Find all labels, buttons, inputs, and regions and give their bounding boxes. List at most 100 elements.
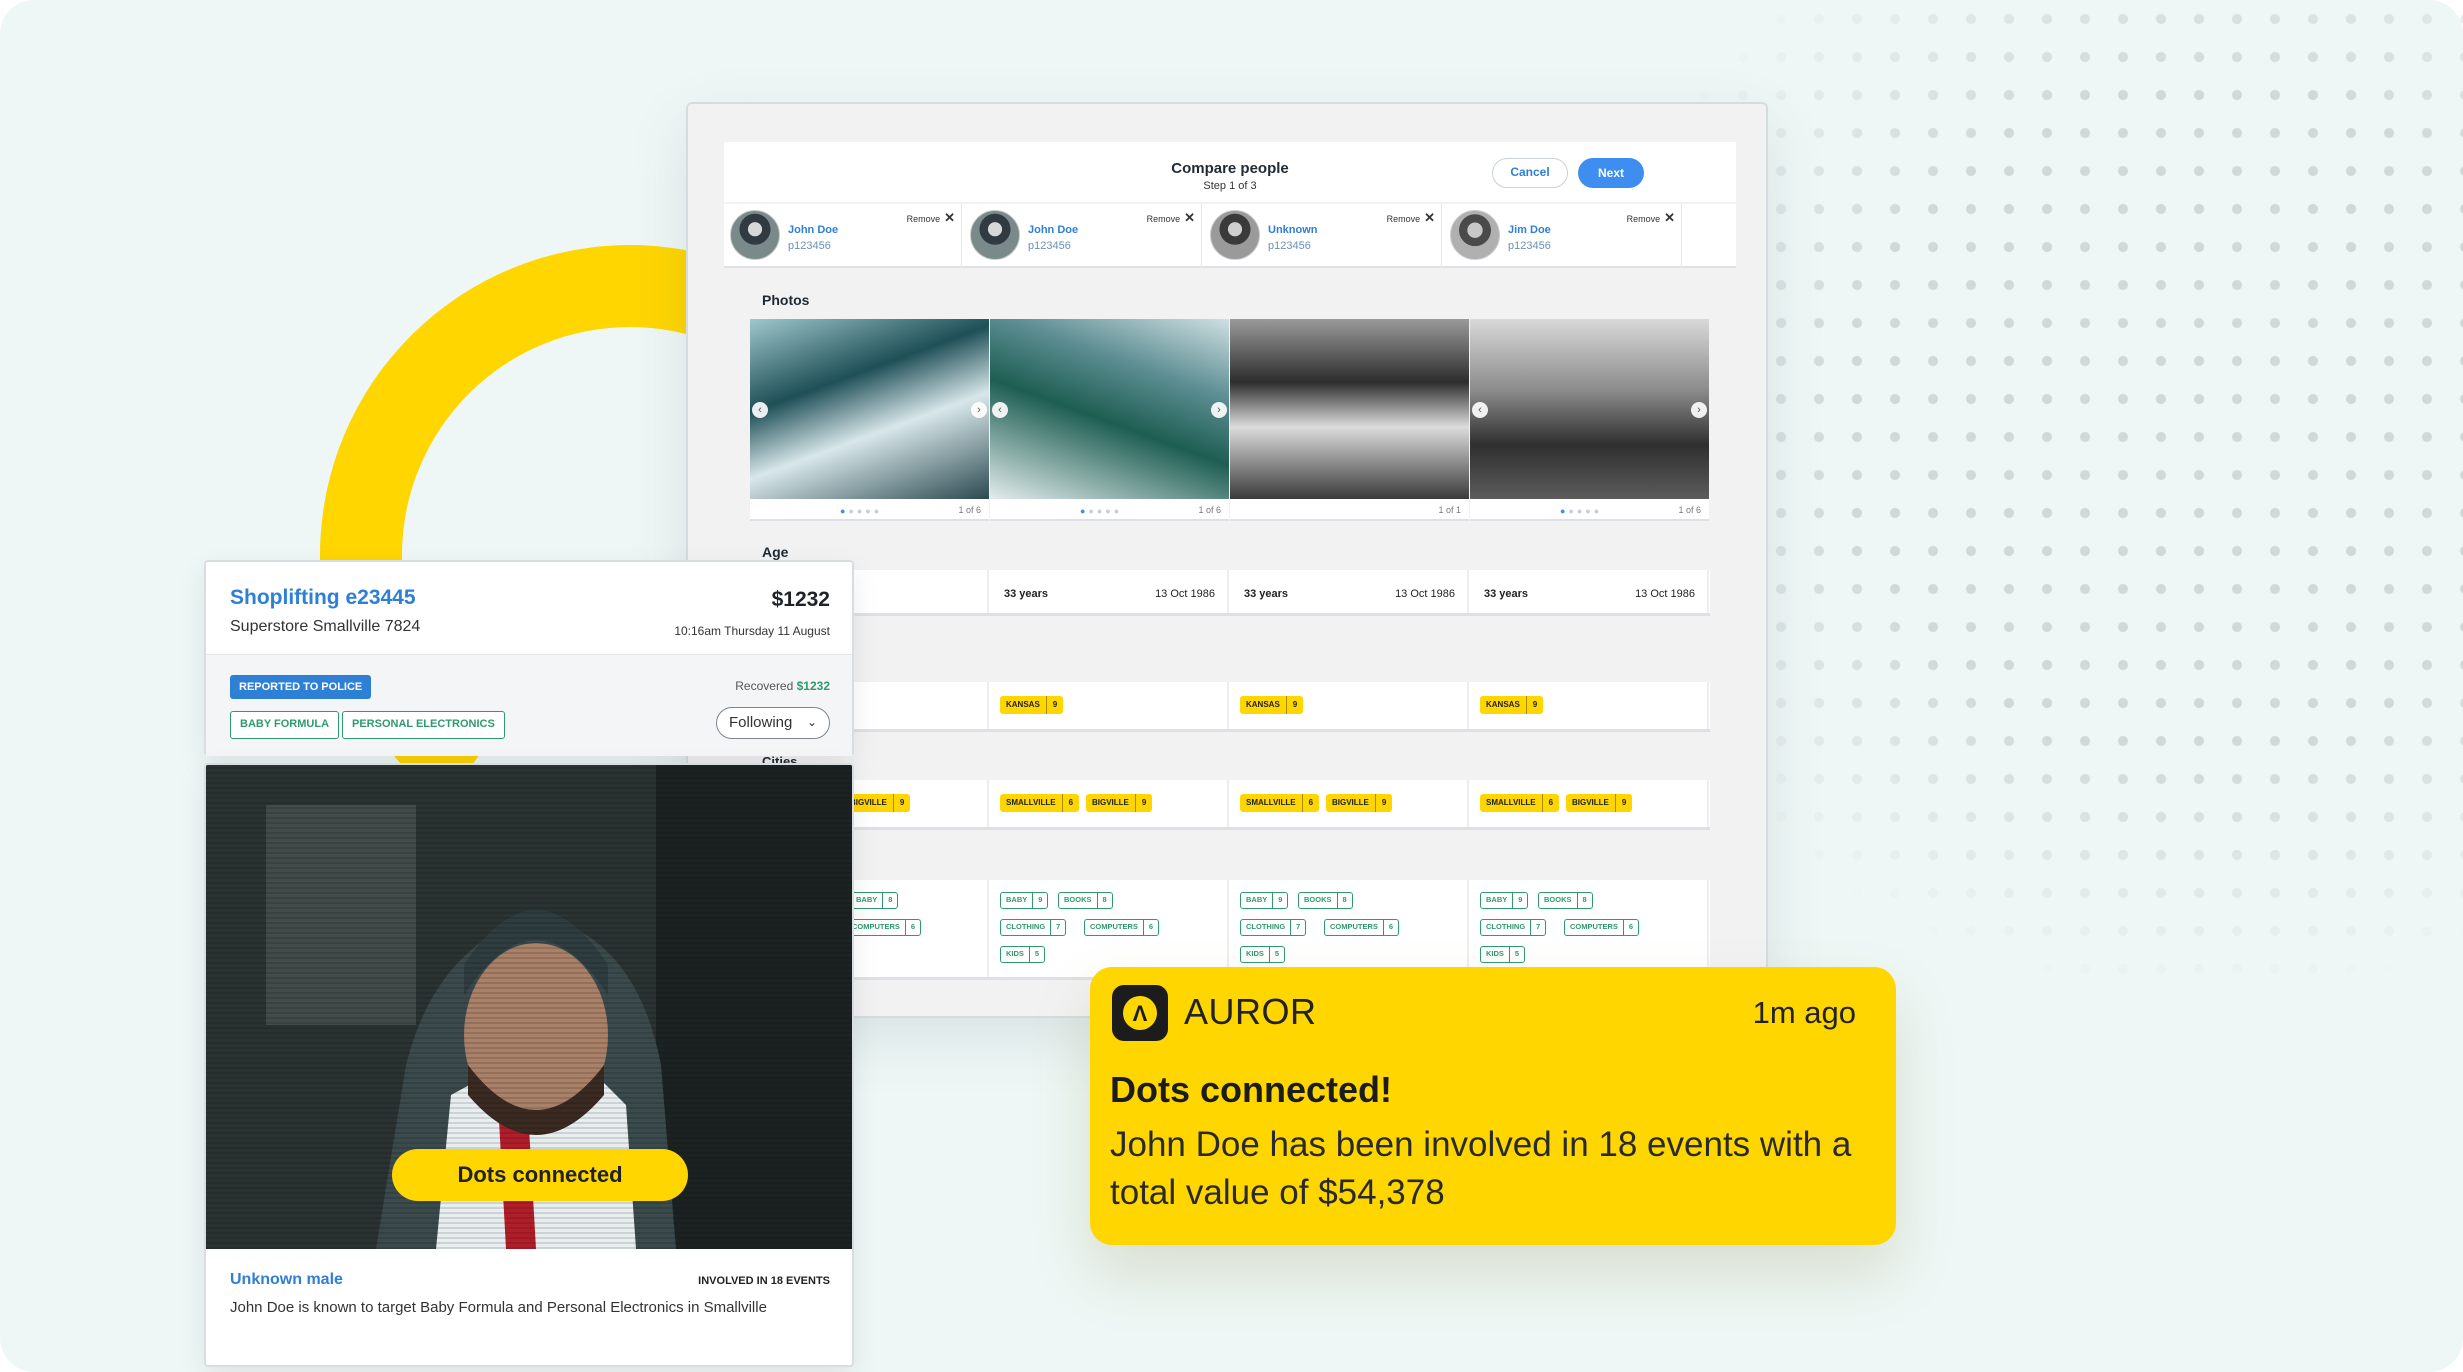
- cancel-button[interactable]: Cancel: [1492, 158, 1568, 188]
- category-tag[interactable]: BOOKS 8: [1538, 892, 1593, 909]
- categories-row: BABY 8 COMPUTERS 6 BABY 9 BOOKS 8 CLOTHING 7 …: [750, 880, 1710, 980]
- category-tag[interactable]: BABY FORMULA: [230, 711, 340, 739]
- categories-cell: BABY 9 BOOKS 8 CLOTHING 7 COMPUTERS 6 KIDS 5: [1470, 880, 1709, 977]
- photos-heading: Photos: [762, 292, 810, 308]
- tag-name: COMPUTERS: [852, 922, 900, 931]
- suspect-card[interactable]: Dots connected Unknown male INVOLVED IN …: [204, 763, 854, 1367]
- incident-header: Shoplifting e23445 Superstore Smallville…: [206, 562, 852, 654]
- state-tag[interactable]: KANSAS 9: [1480, 696, 1544, 714]
- city-tag[interactable]: SMALLVILLE 6: [1480, 794, 1560, 812]
- photo-carousel[interactable]: 1 of 1: [1230, 319, 1469, 521]
- photo-carousel[interactable]: ‹ › ●●●●● 1 of 6: [750, 319, 989, 521]
- person-card[interactable]: Jim Doe p123456 Remove ✕: [1444, 204, 1682, 268]
- remove-button[interactable]: Remove ✕: [907, 210, 955, 226]
- category-tag[interactable]: COMPUTERS 6: [1084, 919, 1160, 936]
- category-tag[interactable]: PERSONAL ELECTRONICS: [342, 711, 505, 739]
- remove-button[interactable]: Remove ✕: [1387, 210, 1435, 226]
- carousel-dots[interactable]: ●●●●●: [1560, 506, 1602, 516]
- suspect-name[interactable]: Unknown male: [230, 1271, 343, 1289]
- person-id: p123456: [1508, 240, 1551, 252]
- tag-name: CLOTHING: [1486, 922, 1526, 931]
- chevron-left-icon[interactable]: ‹: [1472, 402, 1488, 418]
- category-tag[interactable]: BABY 9: [1480, 892, 1529, 909]
- person-card[interactable]: Unknown p123456 Remove ✕: [1204, 204, 1442, 268]
- chevron-right-icon[interactable]: ›: [1211, 402, 1227, 418]
- incident-footer: REPORTED TO POLICE BABY FORMULA PERSONAL…: [206, 654, 852, 756]
- photo-count: 1 of 6: [1198, 505, 1221, 515]
- category-tag[interactable]: CLOTHING 7: [1240, 919, 1307, 936]
- remove-label: Remove: [906, 214, 941, 224]
- photos-row: ‹ › ●●●●● 1 of 6 ‹ › ●●●●● 1 of 6 1 of 1: [750, 319, 1710, 521]
- tag-count: 7: [1050, 920, 1060, 935]
- tag-name: KIDS: [1486, 949, 1504, 958]
- following-dropdown[interactable]: Following ⌄: [716, 707, 830, 739]
- state-cell: KANSAS 9: [1230, 682, 1469, 729]
- photo-count: 1 of 6: [958, 505, 981, 515]
- category-tag[interactable]: BABY 8: [850, 892, 899, 909]
- tag-count: 7: [1530, 920, 1540, 935]
- suspect-description: John Doe is known to target Baby Formula…: [230, 1299, 767, 1316]
- tag-name: BIGVILLE: [1332, 798, 1369, 807]
- photo-carousel[interactable]: ‹ › ●●●●● 1 of 6: [990, 319, 1229, 521]
- person-name[interactable]: Jim Doe: [1508, 224, 1551, 236]
- avatar: [1210, 210, 1260, 260]
- notification-app-name: AUROR: [1184, 991, 1317, 1032]
- city-tag[interactable]: BIGVILLE 9: [1566, 794, 1633, 812]
- suspect-photo: [990, 319, 1229, 499]
- chevron-down-icon: ⌄: [806, 715, 817, 729]
- category-tag[interactable]: COMPUTERS 6: [846, 919, 922, 936]
- tag-name: BIGVILLE: [1572, 798, 1609, 807]
- tag-name: COMPUTERS: [1330, 922, 1378, 931]
- age-cell: 33 years 13 Oct 1986: [990, 570, 1229, 613]
- category-tag[interactable]: CLOTHING 7: [1480, 919, 1547, 936]
- chevron-left-icon[interactable]: ‹: [992, 402, 1008, 418]
- tag-count: 9: [1525, 696, 1537, 714]
- next-button[interactable]: Next: [1578, 158, 1644, 188]
- cities-row: BIGVILLE 9 SMALLVILLE 6 BIGVILLE 9 SMALLVIL…: [750, 780, 1710, 830]
- remove-button[interactable]: Remove ✕: [1147, 210, 1195, 226]
- category-tag[interactable]: BOOKS 8: [1298, 892, 1353, 909]
- category-tag[interactable]: COMPUTERS 6: [1324, 919, 1400, 936]
- chevron-right-icon[interactable]: ›: [971, 402, 987, 418]
- category-tag[interactable]: BABY 9: [1000, 892, 1049, 909]
- tag-name: BABY: [1246, 895, 1268, 904]
- tag-name: KANSAS: [1486, 700, 1520, 709]
- chevron-right-icon[interactable]: ›: [1691, 402, 1707, 418]
- category-tag[interactable]: BOOKS 8: [1058, 892, 1113, 909]
- suspect-photo: [750, 319, 989, 499]
- category-tag[interactable]: KIDS 5: [1000, 946, 1046, 963]
- photo-carousel[interactable]: ‹ › ●●●●● 1 of 6: [1470, 319, 1709, 521]
- city-tag[interactable]: BIGVILLE 9: [1086, 794, 1153, 812]
- city-tag[interactable]: SMALLVILLE 6: [1240, 794, 1320, 812]
- tag-name: KANSAS: [1006, 700, 1040, 709]
- tag-name: KIDS: [1246, 949, 1264, 958]
- category-tag[interactable]: CLOTHING 7: [1000, 919, 1067, 936]
- tag-count: 8: [1096, 893, 1107, 908]
- chevron-left-icon[interactable]: ‹: [752, 402, 768, 418]
- category-tag[interactable]: KIDS 5: [1480, 946, 1526, 963]
- tag-name: BABY: [856, 895, 878, 904]
- category-tag[interactable]: BABY 9: [1240, 892, 1289, 909]
- city-tag[interactable]: SMALLVILLE 6: [1000, 794, 1080, 812]
- remove-button[interactable]: Remove ✕: [1627, 210, 1675, 226]
- carousel-dots[interactable]: ●●●●●: [840, 506, 882, 516]
- person-card[interactable]: John Doe p123456 Remove ✕: [964, 204, 1202, 268]
- avatar: [730, 210, 780, 260]
- state-tag[interactable]: KANSAS 9: [1240, 696, 1304, 714]
- carousel-dots[interactable]: ●●●●●: [1080, 506, 1122, 516]
- state-tag[interactable]: KANSAS 9: [1000, 696, 1064, 714]
- notification-card[interactable]: Λ AUROR 1m ago Dots connected! John Doe …: [1090, 967, 1896, 1245]
- incident-card[interactable]: Shoplifting e23445 Superstore Smallville…: [204, 560, 854, 756]
- person-card[interactable]: John Doe p123456 Remove ✕: [724, 204, 962, 268]
- tag-count: 8: [1336, 893, 1347, 908]
- category-tag[interactable]: KIDS 5: [1240, 946, 1286, 963]
- person-name[interactable]: John Doe: [788, 224, 838, 236]
- person-name[interactable]: John Doe: [1028, 224, 1078, 236]
- people-row: John Doe p123456 Remove ✕ John Doe p12345…: [724, 204, 1736, 268]
- category-tag[interactable]: COMPUTERS 6: [1564, 919, 1640, 936]
- city-tag[interactable]: BIGVILLE 9: [1326, 794, 1393, 812]
- incident-title[interactable]: Shoplifting e23445: [230, 586, 416, 610]
- logo-mark: Λ: [1123, 996, 1157, 1030]
- person-name[interactable]: Unknown: [1268, 224, 1318, 236]
- tag-count: 6: [904, 920, 915, 935]
